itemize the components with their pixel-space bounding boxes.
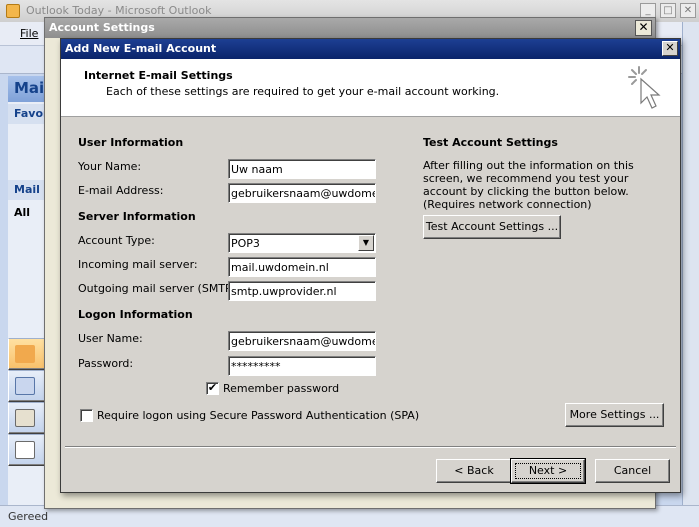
nav-mail-button[interactable] bbox=[8, 338, 48, 370]
user-info-heading: User Information bbox=[78, 136, 184, 149]
account-settings-title: Account Settings bbox=[45, 18, 655, 38]
logon-info-heading: Logon Information bbox=[78, 308, 193, 321]
account-type-value: POP3 bbox=[231, 237, 260, 250]
menu-file[interactable]: File bbox=[20, 27, 38, 40]
navigation-pane: Mai Favor Mail All bbox=[8, 76, 48, 506]
password-field[interactable]: ********* bbox=[228, 356, 376, 376]
remember-password-label[interactable]: Remember password bbox=[223, 382, 339, 395]
nav-mail-section[interactable]: Mail bbox=[8, 180, 48, 200]
nav-all-mail-item[interactable]: All bbox=[14, 206, 30, 219]
nav-calendar-button[interactable] bbox=[8, 370, 48, 402]
user-name-field[interactable]: gebruikersnaam@uwdomein.nl bbox=[228, 331, 376, 351]
incoming-server-field[interactable]: mail.uwdomein.nl bbox=[228, 257, 376, 277]
nav-favorites-section[interactable]: Favor bbox=[8, 104, 48, 124]
nav-tasks-button[interactable] bbox=[8, 434, 48, 466]
test-settings-description: After filling out the information on thi… bbox=[423, 159, 634, 211]
email-address-field[interactable]: gebruikersnaam@uwdomein.nl bbox=[228, 183, 376, 203]
email-address-label: E-mail Address: bbox=[78, 184, 164, 197]
dialog-header: Internet E-mail Settings Each of these s… bbox=[61, 59, 680, 117]
add-email-account-dialog: Add New E-mail Account ✕ Internet E-mail… bbox=[60, 38, 681, 493]
header-title: Internet E-mail Settings bbox=[84, 69, 233, 82]
test-account-settings-button[interactable]: Test Account Settings ... bbox=[423, 215, 561, 239]
user-name-label: User Name: bbox=[78, 332, 143, 345]
nav-pane-header: Mai bbox=[8, 76, 48, 102]
your-name-label: Your Name: bbox=[78, 160, 142, 173]
header-subtitle: Each of these settings are required to g… bbox=[106, 85, 500, 98]
account-type-label: Account Type: bbox=[78, 234, 155, 247]
chevron-down-icon[interactable]: ▼ bbox=[358, 235, 374, 251]
tasks-icon bbox=[15, 441, 35, 459]
more-settings-button[interactable]: More Settings ... bbox=[565, 403, 664, 427]
mail-icon bbox=[15, 345, 35, 363]
outlook-app-icon bbox=[6, 4, 20, 18]
account-type-select[interactable]: POP3 ▼ bbox=[228, 233, 376, 253]
minimize-icon[interactable]: _ bbox=[640, 3, 656, 18]
spa-checkbox[interactable] bbox=[80, 409, 93, 422]
dialog-close-icon[interactable]: ✕ bbox=[662, 41, 678, 56]
back-button[interactable]: < Back bbox=[436, 459, 512, 483]
incoming-server-label: Incoming mail server: bbox=[78, 258, 198, 271]
cursor-click-icon bbox=[628, 66, 661, 109]
password-label: Password: bbox=[78, 357, 134, 370]
status-text: Gereed bbox=[8, 510, 49, 523]
account-settings-close-icon[interactable]: ✕ bbox=[635, 20, 652, 36]
calendar-icon bbox=[15, 377, 35, 395]
maximize-icon[interactable]: □ bbox=[660, 3, 676, 18]
your-name-field[interactable]: Uw naam bbox=[228, 159, 376, 179]
outlook-right-scrollbar[interactable] bbox=[682, 22, 699, 507]
test-settings-heading: Test Account Settings bbox=[423, 136, 558, 149]
cancel-button[interactable]: Cancel bbox=[595, 459, 670, 483]
dialog-title: Add New E-mail Account bbox=[61, 39, 680, 59]
contacts-icon bbox=[15, 409, 35, 427]
focus-rectangle bbox=[515, 463, 581, 479]
nav-contacts-button[interactable] bbox=[8, 402, 48, 434]
remember-password-checkbox[interactable]: ✔ bbox=[206, 382, 219, 395]
spa-label[interactable]: Require logon using Secure Password Auth… bbox=[97, 409, 419, 422]
outgoing-server-label: Outgoing mail server (SMTP): bbox=[78, 282, 240, 295]
next-button[interactable]: Next > bbox=[510, 458, 586, 484]
close-icon[interactable]: ✕ bbox=[680, 3, 696, 18]
outgoing-server-field[interactable]: smtp.uwprovider.nl bbox=[228, 281, 376, 301]
dialog-separator bbox=[65, 446, 676, 448]
server-info-heading: Server Information bbox=[78, 210, 196, 223]
outlook-window-title: Outlook Today - Microsoft Outlook bbox=[26, 4, 212, 17]
